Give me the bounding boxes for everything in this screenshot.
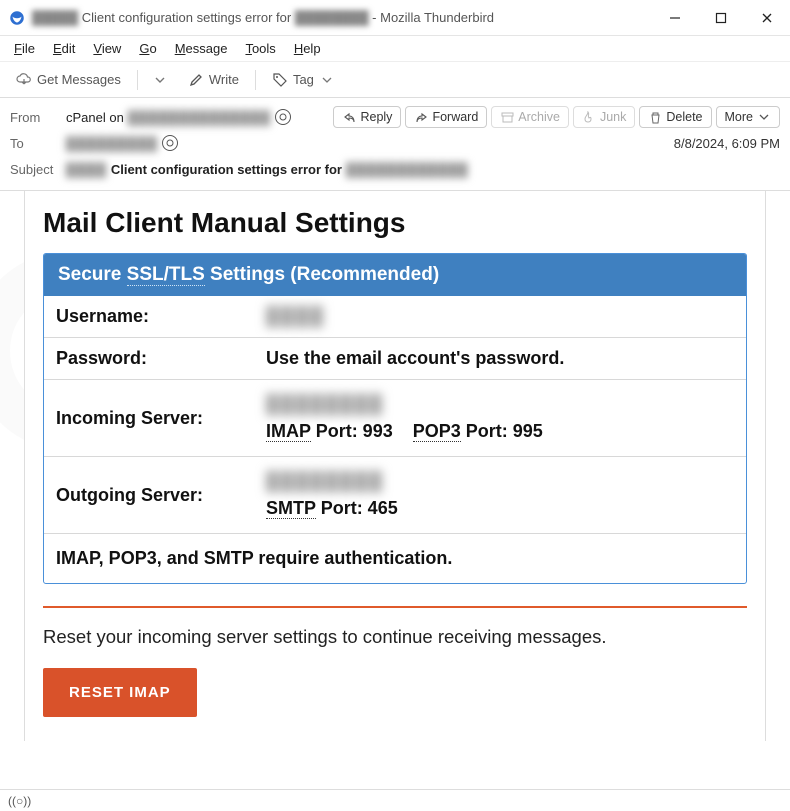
delete-button[interactable]: Delete <box>639 106 711 128</box>
menu-view[interactable]: View <box>85 38 129 59</box>
get-messages-dropdown[interactable] <box>146 68 174 92</box>
get-messages-label: Get Messages <box>37 72 121 87</box>
message-actions: Reply Forward Archive Junk Delete More <box>333 106 780 128</box>
subject-value: ████ Client configuration settings error… <box>66 162 469 177</box>
password-label: Password: <box>56 348 266 369</box>
incoming-label: Incoming Server: <box>56 408 266 429</box>
chevron-down-icon <box>152 72 168 88</box>
tag-label: Tag <box>293 72 314 87</box>
settings-box-header: Secure SSL/TLS Settings (Recommended) <box>44 254 746 296</box>
settings-box: Secure SSL/TLS Settings (Recommended) Us… <box>43 253 747 584</box>
message-date: 8/8/2024, 6:09 PM <box>674 136 780 151</box>
email-content: Mail Client Manual Settings Secure SSL/T… <box>24 191 766 741</box>
reset-instruction-text: Reset your incoming server settings to c… <box>43 626 747 648</box>
to-label: To <box>10 136 66 151</box>
username-label: Username: <box>56 306 266 327</box>
message-body: pcrisk.com Mail Client Manual Settings S… <box>0 191 790 790</box>
reply-button[interactable]: Reply <box>333 106 401 128</box>
menu-tools[interactable]: Tools <box>237 38 283 59</box>
get-messages-button[interactable]: Get Messages <box>8 68 129 92</box>
from-value: cPanel on ██████████████ <box>66 109 291 125</box>
junk-button[interactable]: Junk <box>573 106 635 128</box>
divider <box>43 606 747 608</box>
menu-message[interactable]: Message <box>167 38 236 59</box>
toolbar: Get Messages Write Tag <box>0 62 790 98</box>
incoming-value: ████████ IMAP Port: 993 POP3 Port: 995 <box>266 394 543 442</box>
username-value: ████ <box>266 306 325 327</box>
reply-icon <box>342 110 356 124</box>
pencil-icon <box>188 72 204 88</box>
window-close-button[interactable] <box>744 0 790 36</box>
window-title: █████ Client configuration settings erro… <box>32 10 494 25</box>
reset-imap-button[interactable]: RESET IMAP <box>43 668 197 717</box>
email-title: Mail Client Manual Settings <box>43 207 747 239</box>
settings-row-incoming: Incoming Server: ████████ IMAP Port: 993… <box>44 379 746 456</box>
separator <box>255 70 256 90</box>
cloud-download-icon <box>16 72 32 88</box>
thunderbird-icon <box>8 9 26 27</box>
status-bar: ((○)) <box>0 789 790 811</box>
more-button[interactable]: More <box>716 106 780 128</box>
menu-help[interactable]: Help <box>286 38 329 59</box>
archive-button[interactable]: Archive <box>491 106 569 128</box>
menu-edit[interactable]: Edit <box>45 38 83 59</box>
settings-row-username: Username: ████ <box>44 296 746 337</box>
forward-icon <box>414 110 428 124</box>
settings-row-auth-note: IMAP, POP3, and SMTP require authenticat… <box>44 533 746 583</box>
outgoing-label: Outgoing Server: <box>56 485 266 506</box>
tag-icon <box>272 72 288 88</box>
window-titlebar: █████ Client configuration settings erro… <box>0 0 790 36</box>
password-value: Use the email account's password. <box>266 348 564 369</box>
message-header: From cPanel on ██████████████ Reply Forw… <box>0 98 790 191</box>
write-label: Write <box>209 72 239 87</box>
contact-icon[interactable] <box>162 135 178 151</box>
settings-row-outgoing: Outgoing Server: ████████ SMTP Port: 465 <box>44 456 746 533</box>
outgoing-value: ████████ SMTP Port: 465 <box>266 471 398 519</box>
chevron-down-icon <box>757 110 771 124</box>
menubar: File Edit View Go Message Tools Help <box>0 36 790 62</box>
menu-file[interactable]: File <box>6 38 43 59</box>
flame-icon <box>582 110 596 124</box>
contact-icon[interactable] <box>275 109 291 125</box>
forward-button[interactable]: Forward <box>405 106 487 128</box>
connectivity-icon: ((○)) <box>8 794 31 808</box>
settings-row-password: Password: Use the email account's passwo… <box>44 337 746 379</box>
from-label: From <box>10 110 66 125</box>
to-value: █████████ <box>66 135 178 151</box>
write-button[interactable]: Write <box>180 68 247 92</box>
window-minimize-button[interactable] <box>652 0 698 36</box>
archive-icon <box>500 110 514 124</box>
chevron-down-icon <box>319 72 335 88</box>
separator <box>137 70 138 90</box>
trash-icon <box>648 110 662 124</box>
tag-button[interactable]: Tag <box>264 68 343 92</box>
subject-label: Subject <box>10 162 66 177</box>
menu-go[interactable]: Go <box>131 38 164 59</box>
window-maximize-button[interactable] <box>698 0 744 36</box>
